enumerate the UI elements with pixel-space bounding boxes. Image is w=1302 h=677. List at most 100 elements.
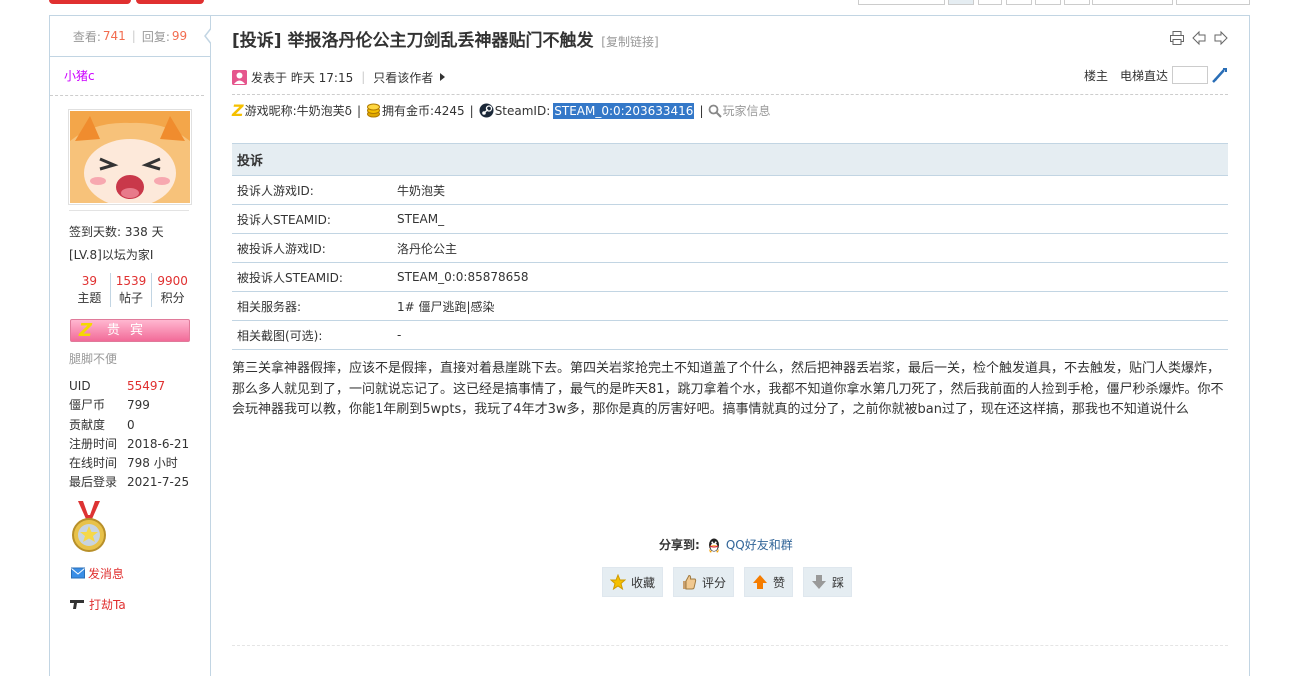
table-header: 投诉: [232, 143, 1228, 176]
new-post-button[interactable]: [49, 0, 131, 4]
upvote-label: 赞: [773, 575, 786, 590]
table-value: 1# 僵尸逃跑|感染: [392, 291, 1228, 321]
share-bar: 分享到: QQ好友和群: [659, 536, 793, 553]
jump-go-icon[interactable]: [1212, 67, 1228, 83]
thread-title: [投诉] 举报洛丹伦公主刀剑乱丢神器贴门不触发: [232, 31, 594, 51]
post-actions: 收藏 评分 赞 踩: [602, 567, 853, 597]
pager-page[interactable]: [1064, 0, 1090, 5]
count-posts[interactable]: 1539 帖子: [111, 273, 153, 307]
steamid-label: SteamID:: [494, 103, 551, 118]
count-topics[interactable]: 39 主题: [69, 273, 111, 307]
table-key: 投诉人游戏ID:: [232, 175, 392, 205]
table-value: STEAM_: [392, 204, 1228, 234]
count-label: 主题: [77, 291, 102, 305]
rate-button[interactable]: 评分: [673, 567, 735, 597]
post-content: 第三关拿神器假摔，应该不是假摔，直接对着悬崖跳下去。第四关岩浆抢完土不知道盖了个…: [232, 361, 1224, 417]
count-credits[interactable]: 9900 积分: [152, 273, 193, 307]
player-info-link[interactable]: 玩家信息: [722, 102, 770, 119]
coins-icon: [367, 103, 381, 118]
jump-label: 电梯直达: [1119, 68, 1168, 83]
post-meta: 发表于 昨天 17:15 | 只看该作者 楼主 电梯直达: [232, 66, 1228, 95]
qq-penguin-icon: [708, 538, 719, 552]
avatar-image-icon: [70, 111, 190, 203]
envelope-icon: [71, 567, 85, 579]
caret-right-icon: [440, 73, 446, 81]
info-key: 注册时间: [69, 436, 118, 451]
user-level[interactable]: [LV.8]以坛为家I: [69, 244, 210, 267]
pager-next[interactable]: [1092, 0, 1173, 5]
share-label: 分享到:: [659, 538, 700, 552]
posted-time: 发表于 昨天 17:15: [251, 70, 354, 85]
table-row: 被投诉人游戏ID: 洛丹伦公主: [232, 233, 1228, 263]
z-logo-icon: Z: [79, 320, 93, 341]
only-author-link[interactable]: 只看该作者: [373, 69, 433, 86]
table-key: 相关服务器:: [232, 291, 392, 321]
user-signature: 腿脚不便: [69, 352, 118, 366]
info-value: 798 小时: [127, 456, 178, 471]
thread-stats: 查看: 741 | 回复: 99: [50, 16, 213, 57]
pager-back[interactable]: [1176, 0, 1250, 5]
table-key: 被投诉人游戏ID:: [232, 233, 392, 263]
info-row: UID 55497: [69, 377, 210, 396]
search-icon: [709, 104, 723, 118]
pager-page[interactable]: [1035, 0, 1061, 5]
table-key: 相关截图(可选):: [232, 320, 392, 350]
rob-link[interactable]: 打劫Ta: [70, 596, 210, 613]
thread-title-bar: [投诉] 举报洛丹伦公主刀剑乱丢神器贴门不触发 [复制链接]: [232, 26, 1249, 54]
floor-jump-input[interactable]: [1172, 66, 1208, 84]
views-count: 741: [102, 29, 126, 43]
table-value: STEAM_0:0:85878658: [392, 262, 1228, 292]
medal-icon[interactable]: [72, 500, 106, 553]
table-row: 投诉人游戏ID: 牛奶泡芙: [232, 175, 1228, 205]
thumbs-up-icon: [683, 574, 697, 590]
arrow-up-icon: [753, 575, 768, 589]
steamid-value[interactable]: STEAM_0:0:203633416: [553, 102, 695, 119]
steam-icon: [479, 103, 494, 118]
info-value[interactable]: 55497: [127, 377, 165, 396]
favorite-button[interactable]: 收藏: [602, 567, 664, 597]
divider: |: [131, 29, 136, 43]
count-label: 积分: [160, 291, 185, 305]
pager-page[interactable]: [1006, 0, 1032, 5]
views-label: 查看:: [72, 29, 101, 44]
print-icon[interactable]: [1169, 30, 1185, 46]
post-main: [投诉] 举报洛丹伦公主刀剑乱丢神器贴门不触发 [复制链接] 发表于 昨天 17…: [211, 16, 1249, 676]
prev-thread-icon[interactable]: [1191, 30, 1207, 46]
info-key: 僵尸币: [69, 398, 106, 413]
info-key: 在线时间: [69, 456, 118, 471]
info-row: 最后登录 2021-7-25: [69, 473, 210, 492]
author-sidebar: 查看: 741 | 回复: 99 小猪c 签到天数: 338 天 [LV.8]以…: [50, 16, 213, 677]
table-row: 相关截图(可选): -: [232, 320, 1228, 350]
avatar[interactable]: [69, 110, 191, 204]
replies-count: 99: [171, 29, 188, 43]
send-message-link[interactable]: 发消息: [71, 565, 210, 582]
coins-count: 拥有金币:4245: [382, 104, 465, 118]
next-thread-icon[interactable]: [1213, 30, 1229, 46]
share-qq-link[interactable]: QQ好友和群: [726, 536, 793, 553]
post-container: 查看: 741 | 回复: 99 小猪c 签到天数: 338 天 [LV.8]以…: [49, 15, 1250, 677]
info-row: 贡献度 0: [69, 416, 210, 435]
pager-page-current[interactable]: [948, 0, 974, 5]
pager-prev[interactable]: [858, 0, 945, 5]
user-counts: 39 主题 1539 帖子 9900 积分: [69, 273, 193, 307]
upvote-button[interactable]: 赞: [744, 567, 794, 597]
reply-button[interactable]: [136, 0, 204, 4]
info-value: 2021-7-25: [127, 475, 190, 490]
table-key: 投诉人STEAMID:: [232, 204, 392, 234]
info-key: 最后登录: [69, 475, 118, 490]
pager-page[interactable]: [978, 0, 1002, 5]
info-value: 0: [127, 417, 135, 432]
post-meta-right: 楼主 电梯直达: [1084, 66, 1228, 84]
vip-badge: Z 贵宾: [70, 319, 190, 342]
rob-label: 打劫Ta: [89, 597, 126, 612]
downvote-button[interactable]: 踩: [803, 567, 853, 597]
author-name[interactable]: 小猪c: [50, 57, 204, 96]
divider: |: [361, 70, 366, 84]
copy-link-button[interactable]: [复制链接]: [601, 35, 658, 49]
table-value: -: [392, 320, 1228, 350]
z-logo-icon: Z: [232, 101, 244, 120]
divider: |: [469, 103, 474, 118]
floor-label: 楼主: [1083, 68, 1108, 83]
table-key: 被投诉人STEAMID:: [232, 262, 392, 292]
count-value: 9900: [157, 274, 188, 288]
